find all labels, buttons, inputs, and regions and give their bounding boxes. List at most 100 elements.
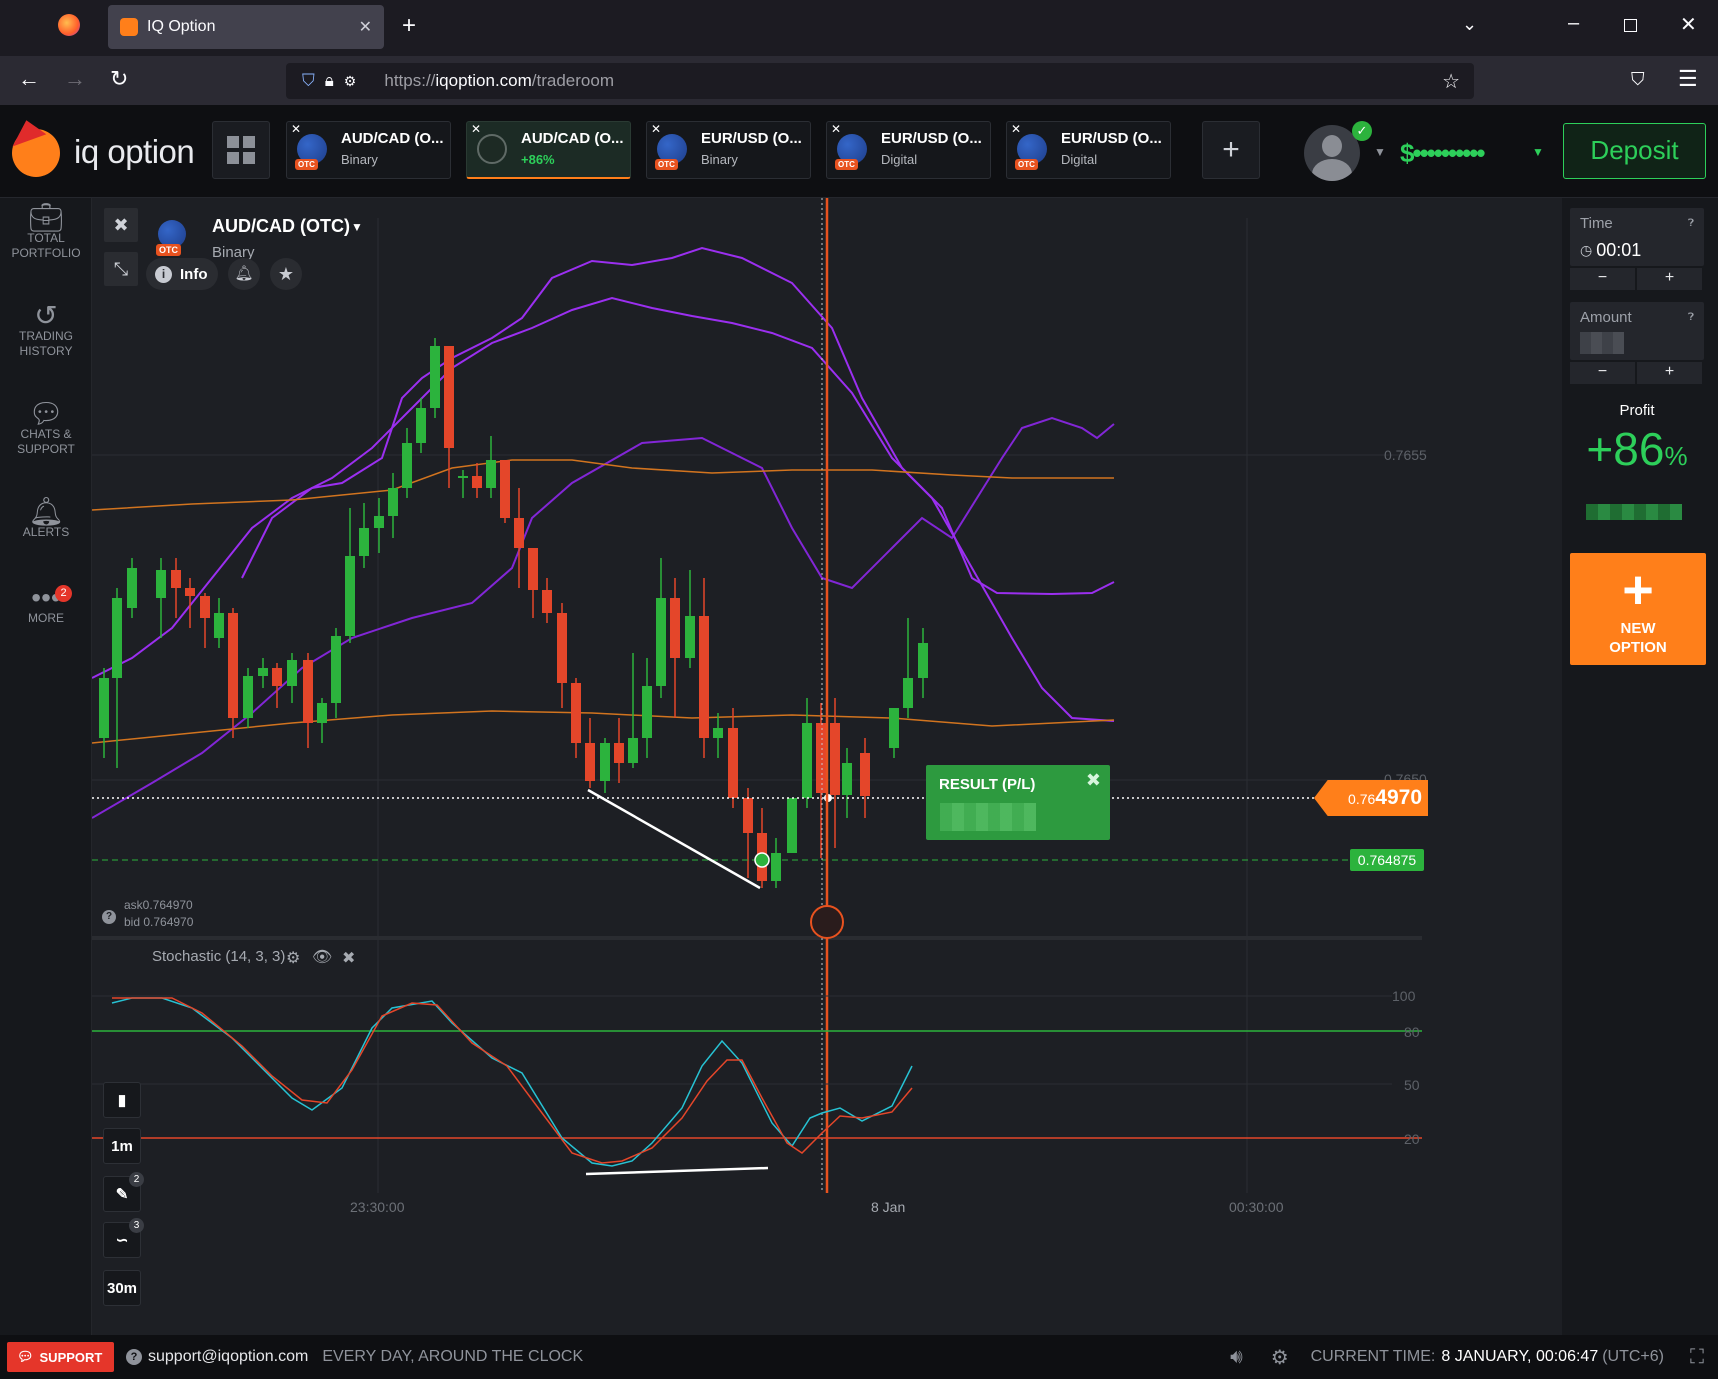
asset-tab-4[interactable]: ✕ OTC EUR/USD (O... Digital xyxy=(826,121,991,179)
tab-list-chevron-icon[interactable]: ⌄ xyxy=(1462,14,1477,35)
sidebar-item-history[interactable]: ↺ TRADING HISTORY xyxy=(0,300,92,359)
timezone: (UTC+6) xyxy=(1602,1348,1664,1365)
candle-period-button[interactable]: 30m xyxy=(103,1270,141,1306)
info-button[interactable]: i Info xyxy=(146,258,218,290)
chart-area[interactable]: ✖ ⤡ OTC AUD/CAD (OTC) ▼ Binary i Info 🔔︎… xyxy=(92,198,1562,1335)
collapse-chart-button[interactable]: ⤡ xyxy=(104,252,138,286)
eur-usd-flag-icon: OTC xyxy=(1015,134,1047,170)
time-value[interactable]: 00:01 xyxy=(1596,240,1641,261)
favorite-button[interactable]: ★ xyxy=(270,258,302,290)
result-title: RESULT (P/L) xyxy=(939,776,1036,793)
entry-point-marker xyxy=(754,852,770,868)
candle-body xyxy=(444,346,454,448)
history-icon: ↺ xyxy=(34,300,58,331)
result-popup[interactable]: RESULT (P/L) ✖ xyxy=(926,765,1110,840)
asset-tab-name: EUR/USD (O... xyxy=(1061,130,1162,147)
balance-dropdown-icon[interactable]: ▼ xyxy=(1532,145,1544,159)
close-asset-tab-icon[interactable]: ✕ xyxy=(291,122,301,136)
asset-tab-1[interactable]: ✕ OTC AUD/CAD (O... Binary xyxy=(286,121,451,179)
browser-tab[interactable]: IQ Option ✕ xyxy=(108,5,384,49)
timeframe-button[interactable]: 1m xyxy=(103,1128,141,1164)
close-window-icon[interactable]: ✕ xyxy=(1680,12,1697,37)
amount-minus-button[interactable]: − xyxy=(1570,362,1635,384)
indicator-close-icon[interactable]: ✖ xyxy=(342,948,355,968)
close-result-icon[interactable]: ✖ xyxy=(1086,770,1101,791)
candle-body xyxy=(171,570,181,588)
new-tab-icon[interactable]: + xyxy=(402,12,416,40)
deposit-button[interactable]: Deposit xyxy=(1563,123,1706,179)
candle-body xyxy=(359,528,369,556)
asset-tab-name: EUR/USD (O... xyxy=(701,130,802,147)
close-tab-icon[interactable]: ✕ xyxy=(359,17,372,37)
lock-icon[interactable]: 🔒︎ xyxy=(325,71,334,91)
aud-cad-flag-icon: OTC xyxy=(295,134,327,170)
support-email[interactable]: support@iqoption.com xyxy=(148,1348,308,1366)
balance-display[interactable]: $•••••••••• xyxy=(1400,138,1485,169)
menu-icon[interactable]: ☰ xyxy=(1678,66,1698,92)
candle-body xyxy=(670,598,680,658)
asset-name[interactable]: AUD/CAD (OTC) xyxy=(212,216,350,237)
add-asset-button[interactable]: + xyxy=(1202,121,1260,179)
amount-plus-button[interactable]: + xyxy=(1637,362,1702,384)
support-button[interactable]: 💬︎ SUPPORT xyxy=(7,1342,114,1372)
bookmark-star-icon[interactable]: ☆ xyxy=(1442,69,1460,94)
current-time-value: 8 JANUARY, 00:06:47 xyxy=(1441,1348,1599,1365)
close-asset-tab-icon[interactable]: ✕ xyxy=(471,122,481,136)
sidebar-item-chats[interactable]: 💬︎ CHATS & SUPPORT xyxy=(0,400,92,457)
amount-box[interactable]: Amount ❓︎ xyxy=(1570,302,1704,360)
forward-arrow-icon[interactable]: → xyxy=(64,66,86,92)
fullscreen-icon[interactable]: ⛶ xyxy=(1690,1346,1704,1369)
close-asset-tab-icon[interactable]: ✕ xyxy=(1011,122,1021,136)
time-help-icon[interactable]: ❓︎ xyxy=(1688,218,1694,229)
candle-body xyxy=(699,616,709,738)
sidebar-item-more[interactable]: ••• MORE xyxy=(0,584,92,626)
bell-icon: 🔔︎ xyxy=(234,265,254,282)
sidebar-item-portfolio[interactable]: 💼︎ TOTAL PORTFOLIO xyxy=(0,204,92,261)
settings-gear-icon[interactable]: ⚙ xyxy=(1271,1345,1289,1370)
candle-body xyxy=(728,728,738,798)
strike-price-tag: 0.764875 xyxy=(1350,849,1424,871)
back-arrow-icon[interactable]: ← xyxy=(18,66,40,92)
permissions-icon[interactable]: ⚙ xyxy=(344,73,357,90)
chart-type-button[interactable]: ▮ xyxy=(103,1082,141,1118)
asset-tab-3[interactable]: ✕ OTC EUR/USD (O... Binary xyxy=(646,121,811,179)
candle-body xyxy=(771,853,781,881)
alert-bell-button[interactable]: 🔔︎ xyxy=(228,258,260,290)
candle-body xyxy=(185,588,195,596)
asset-tab-5[interactable]: ✕ OTC EUR/USD (O... Digital xyxy=(1006,121,1171,179)
close-asset-tab-icon[interactable]: ✕ xyxy=(831,122,841,136)
minimize-icon[interactable]: – xyxy=(1568,12,1579,35)
time-plus-button[interactable]: + xyxy=(1637,268,1702,290)
sound-icon[interactable]: 🔊︎ xyxy=(1230,1346,1243,1369)
help-icon[interactable]: ? xyxy=(102,910,116,924)
logo-text[interactable]: iq option xyxy=(74,133,195,171)
candle-body xyxy=(287,660,297,686)
asset-dropdown-icon[interactable]: ▼ xyxy=(351,220,363,234)
sidebar-item-alerts[interactable]: 🔔︎ ALERTS xyxy=(0,498,92,540)
url-bar[interactable]: ⛉ 🔒︎ ⚙ https://iqoption.com/traderoom ☆ xyxy=(286,63,1474,99)
asset-tab-2[interactable]: ✕ AUD/CAD (O... +86% xyxy=(466,121,631,179)
price-chart[interactable] xyxy=(92,198,1562,1335)
time-box[interactable]: Time ❓︎ ◷ 00:01 xyxy=(1570,208,1704,266)
pocket-icon[interactable]: ⛉ xyxy=(1631,69,1645,90)
amount-help-icon[interactable]: ❓︎ xyxy=(1688,312,1694,323)
maximize-icon[interactable] xyxy=(1624,19,1637,32)
candle-body xyxy=(99,678,109,738)
candle-body xyxy=(743,798,753,833)
indicator-settings-icon[interactable]: ⚙ xyxy=(286,948,300,968)
new-option-button[interactable]: + NEW OPTION xyxy=(1570,553,1706,665)
close-asset-tab-icon[interactable]: ✕ xyxy=(651,122,661,136)
avatar-dropdown-icon[interactable]: ▼ xyxy=(1374,145,1386,159)
candle-body xyxy=(388,488,398,516)
time-minus-button[interactable]: − xyxy=(1570,268,1635,290)
indicator-visibility-icon[interactable]: 👁︎ xyxy=(312,947,332,967)
candle-body xyxy=(614,743,624,763)
reload-icon[interactable]: ↻ xyxy=(110,66,128,92)
profit-amount-blurred xyxy=(1586,504,1682,520)
grid-menu-button[interactable] xyxy=(212,121,270,179)
close-chart-button[interactable]: ✖ xyxy=(104,208,138,242)
shield-icon[interactable]: ⛉ xyxy=(302,71,315,91)
moving-average-slow-2 xyxy=(92,459,1114,511)
candle-body xyxy=(402,443,412,488)
firefox-icon[interactable] xyxy=(58,14,80,36)
